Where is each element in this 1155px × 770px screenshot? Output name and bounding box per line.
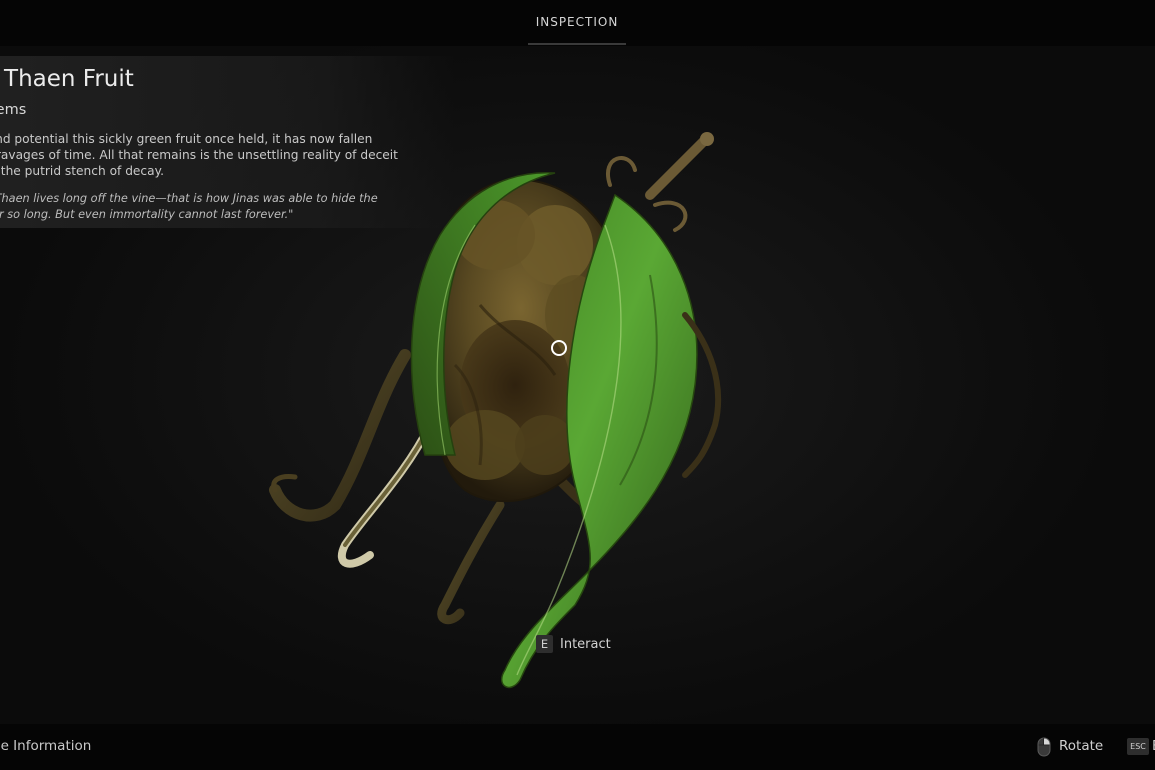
item-title: en Thaen Fruit — [0, 66, 134, 92]
thaen-fruit-model[interactable] — [255, 125, 755, 695]
tab-active-indicator — [528, 43, 626, 45]
tab-inspection[interactable]: INSPECTION — [528, 0, 626, 46]
hide-information-button[interactable]: de Information — [0, 738, 91, 754]
interact-label: Interact — [560, 636, 611, 652]
bottom-bar — [0, 724, 1155, 770]
reticle-icon — [551, 340, 567, 356]
key-e: E — [536, 635, 553, 653]
esc-key[interactable]: ESC — [1127, 738, 1149, 755]
item-category: tems — [0, 102, 27, 118]
rotate-label[interactable]: Rotate — [1059, 738, 1103, 754]
interact-prompt[interactable]: E Interact — [536, 634, 611, 654]
mouse-icon — [1037, 737, 1051, 757]
